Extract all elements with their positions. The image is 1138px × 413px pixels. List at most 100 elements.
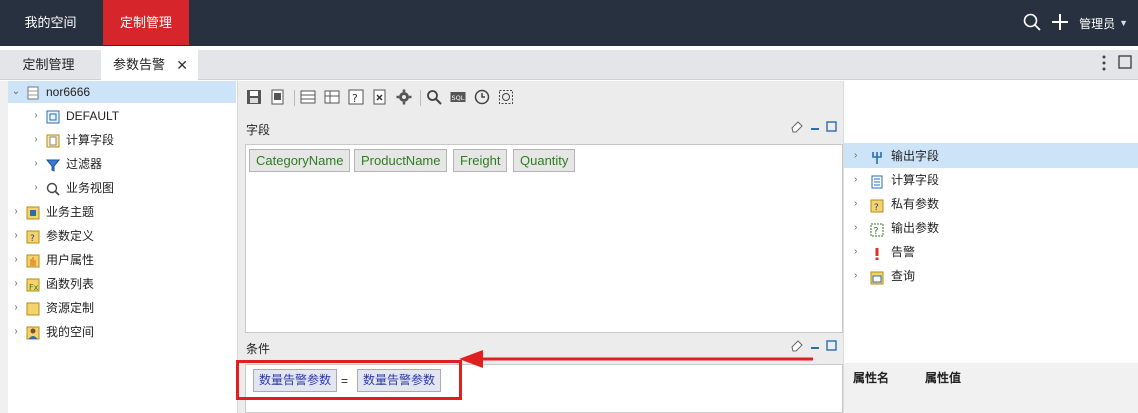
svg-text:Fx: Fx	[29, 283, 39, 292]
alert-icon	[870, 245, 884, 260]
save-icon[interactable]	[246, 89, 264, 107]
conditions-section-label: 条件	[246, 342, 271, 356]
chevron-right-icon[interactable]: ›	[10, 201, 22, 223]
resource-palette: › 输出字段 › 计算字段 › ? 私有参数 › ? 输出参数 › 告警 › 查…	[843, 81, 1138, 413]
field-chip[interactable]: Quantity	[513, 149, 576, 172]
function-icon: Fx	[26, 277, 40, 292]
private-param-icon: ?	[870, 197, 884, 213]
chevron-right-icon[interactable]: ›	[10, 273, 22, 295]
palette-item-output-field[interactable]: › 输出字段	[854, 144, 939, 168]
chevron-right-icon[interactable]: ›	[854, 192, 864, 216]
property-name-header: 属性名	[853, 371, 890, 385]
gear-icon[interactable]	[396, 89, 414, 107]
subject-icon	[26, 205, 40, 220]
param-help-icon[interactable]: ?	[348, 89, 366, 107]
schedule-icon[interactable]	[498, 89, 516, 107]
chevron-right-icon[interactable]: ›	[30, 177, 42, 199]
close-icon[interactable]: ✕	[176, 50, 188, 80]
property-value-header: 属性值	[925, 371, 962, 385]
eraser-icon[interactable]	[790, 119, 804, 136]
chevron-right-icon[interactable]: ›	[10, 225, 22, 247]
chevron-right-icon[interactable]: ›	[854, 264, 864, 288]
sql-icon[interactable]: SQL	[450, 89, 468, 107]
tree-item-param-def[interactable]: › ? 参数定义	[10, 225, 94, 247]
grid-icon[interactable]	[324, 89, 342, 107]
chevron-right-icon[interactable]: ›	[854, 240, 864, 264]
minimize-icon[interactable]	[810, 121, 820, 135]
tab-bar: 定制管理 参数告警 ✕	[0, 50, 1138, 80]
search-icon[interactable]	[426, 89, 444, 107]
database-icon	[26, 85, 40, 100]
save-as-icon[interactable]	[270, 89, 288, 107]
svg-text:?: ?	[30, 234, 35, 244]
tree-item-user-attr[interactable]: › 用户属性	[10, 249, 94, 271]
chevron-down-icon[interactable]: ▼	[1119, 18, 1128, 28]
add-icon[interactable]	[1051, 13, 1069, 34]
chevron-right-icon[interactable]: ›	[10, 249, 22, 271]
calc-field-icon	[870, 173, 884, 189]
folder-icon	[26, 301, 40, 316]
filter-icon	[45, 157, 61, 172]
tab-param-alert[interactable]: 参数告警 ✕	[101, 50, 198, 80]
property-panel: 属性名 属性值	[844, 363, 1138, 413]
svg-text:?: ?	[352, 92, 358, 105]
chevron-right-icon[interactable]: ›	[854, 216, 864, 240]
schema-icon	[46, 109, 60, 124]
tree-item-resource[interactable]: › 资源定制	[10, 297, 94, 319]
chevron-right-icon[interactable]: ›	[854, 168, 864, 192]
clock-icon[interactable]	[474, 89, 492, 107]
palette-item-calc-field[interactable]: › 计算字段	[854, 168, 939, 192]
tab-custom-management[interactable]: 定制管理	[0, 50, 97, 80]
chevron-right-icon[interactable]: ›	[10, 297, 22, 319]
chevron-right-icon[interactable]: ›	[30, 153, 42, 175]
chevron-right-icon[interactable]: ›	[10, 321, 22, 343]
palette-item-query[interactable]: › 查询	[854, 264, 915, 288]
tree-item-filter[interactable]: › 过滤器	[30, 153, 102, 175]
highlight-box	[236, 360, 462, 400]
chevron-right-icon[interactable]: ›	[30, 129, 42, 151]
calc-field-icon	[46, 133, 60, 148]
query-icon	[870, 269, 884, 285]
palette-item-alert[interactable]: › 告警	[854, 240, 915, 264]
output-field-icon	[870, 149, 884, 164]
nav-custom-management[interactable]: 定制管理	[103, 0, 189, 45]
tree-item-my-space[interactable]: › 我的空间	[10, 321, 94, 343]
tree-item-business-subject[interactable]: › 业务主题	[10, 201, 94, 223]
user-attr-icon	[26, 253, 40, 268]
resource-tree: ⌄ nor6666 › DEFAULT › 计算字段 › 过滤器 › 业务视图 …	[0, 81, 238, 413]
svg-text:SQL: SQL	[452, 94, 465, 102]
user-menu[interactable]: 管理员	[1079, 15, 1115, 32]
field-chip[interactable]: ProductName	[354, 149, 448, 172]
tree-item-business-view[interactable]: › 业务视图	[30, 177, 114, 199]
tree-item-calc-field[interactable]: › 计算字段	[30, 129, 114, 151]
chevron-right-icon[interactable]: ›	[30, 105, 42, 127]
chevron-down-icon[interactable]: ⌄	[10, 81, 22, 103]
fields-drop-area[interactable]: CategoryName ProductName Freight Quantit…	[245, 144, 843, 333]
tree-item-default[interactable]: › DEFAULT	[30, 105, 119, 127]
export-icon[interactable]	[372, 89, 390, 107]
field-chip[interactable]: CategoryName	[249, 149, 351, 172]
search-icon[interactable]	[1023, 13, 1041, 34]
more-icon[interactable]	[1102, 55, 1106, 74]
palette-item-private-param[interactable]: › ? 私有参数	[854, 192, 939, 216]
maximize-icon[interactable]	[826, 339, 837, 354]
output-param-icon: ?	[870, 221, 884, 237]
palette-item-output-param[interactable]: › ? 输出参数	[854, 216, 939, 240]
table-icon[interactable]	[300, 89, 318, 107]
chevron-right-icon[interactable]: ›	[854, 144, 864, 168]
search-icon	[46, 181, 60, 196]
svg-text:?: ?	[874, 203, 879, 213]
top-bar: 我的空间 定制管理 管理员 ▼	[0, 0, 1138, 46]
field-chip[interactable]: Freight	[453, 149, 508, 172]
tab-label: 参数告警	[113, 57, 166, 72]
toolbar: ? SQL	[246, 87, 522, 109]
toolbar-separator	[294, 90, 295, 106]
tree-gutter	[0, 81, 8, 413]
fields-section-label: 字段	[246, 123, 271, 137]
maximize-icon[interactable]	[1118, 55, 1132, 74]
tree-item-nor6666[interactable]: ⌄ nor6666	[10, 81, 90, 103]
tree-item-function-list[interactable]: › Fx 函数列表	[10, 273, 94, 295]
maximize-icon[interactable]	[826, 120, 837, 135]
nav-my-space[interactable]: 我的空间	[0, 0, 101, 45]
param-icon: ?	[26, 229, 40, 244]
